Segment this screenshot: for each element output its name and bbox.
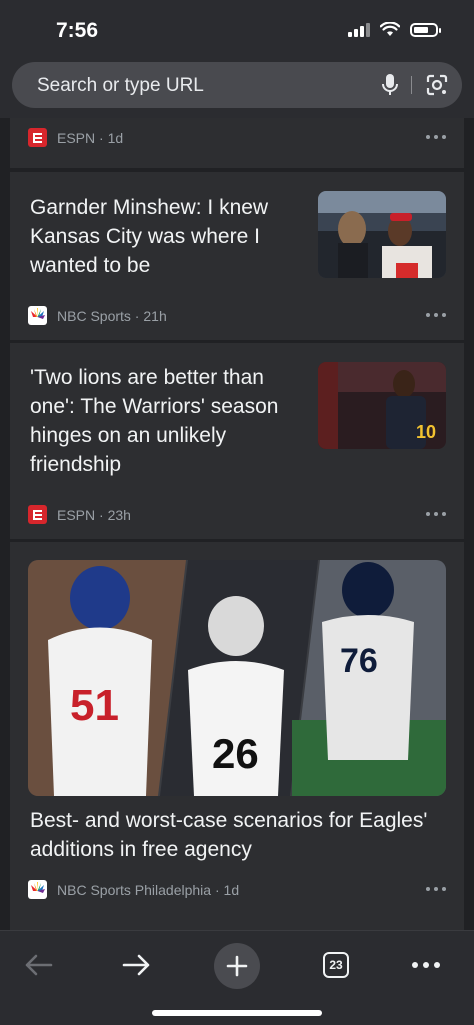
tab-switcher-button[interactable]: 23 xyxy=(314,943,358,987)
battery-icon xyxy=(410,22,441,37)
article-source: NBC Sports Philadelphia · 1d xyxy=(57,881,240,898)
article-hero-image[interactable]: 51 26 76 xyxy=(28,560,446,796)
forward-button[interactable] xyxy=(115,943,159,987)
nbc-logo-icon xyxy=(28,880,47,899)
wifi-icon xyxy=(380,22,400,36)
news-feed[interactable]: ESPN · 1d Garnder Minshew: I knew Kansas… xyxy=(0,118,474,930)
cellular-signal-icon xyxy=(348,22,370,37)
espn-logo-icon xyxy=(28,128,47,147)
more-options-icon[interactable] xyxy=(426,135,446,141)
tab-count: 23 xyxy=(329,958,343,972)
home-indicator[interactable] xyxy=(152,1010,322,1016)
mic-icon[interactable] xyxy=(380,73,400,97)
article-source-row: ESPN · 23h xyxy=(28,505,131,524)
article-headline[interactable]: Garnder Minshew: I knew Kansas City was … xyxy=(30,193,310,280)
new-tab-button[interactable] xyxy=(214,943,260,989)
article-source: NBC Sports · 21h xyxy=(57,307,167,324)
forward-arrow-icon xyxy=(122,954,150,976)
menu-dots-icon xyxy=(412,962,440,968)
more-options-icon[interactable] xyxy=(426,887,446,893)
svg-text:51: 51 xyxy=(70,681,119,730)
status-time: 7:56 xyxy=(56,19,99,42)
article-headline[interactable]: 'Two lions are better than one': The War… xyxy=(30,363,310,479)
article-source: ESPN · 23h xyxy=(57,506,131,523)
status-icons xyxy=(348,22,441,37)
svg-text:26: 26 xyxy=(212,730,259,777)
more-options-icon[interactable] xyxy=(426,512,446,518)
new-tab-plus-icon xyxy=(226,955,248,977)
search-input[interactable]: Search or type URL xyxy=(37,75,204,97)
back-arrow-icon xyxy=(25,954,53,976)
svg-text:10: 10 xyxy=(416,422,436,442)
top-toolbar: Search or type URL xyxy=(0,58,474,119)
lens-icon[interactable] xyxy=(426,74,448,96)
bottom-toolbar: 23 xyxy=(0,930,474,1025)
article-card-partial[interactable]: ESPN · 1d xyxy=(10,118,464,168)
espn-logo-icon xyxy=(28,505,47,524)
article-source-row: NBC Sports Philadelphia · 1d xyxy=(28,880,239,899)
article-source: ESPN · 1d xyxy=(57,129,124,146)
svg-text:76: 76 xyxy=(340,642,378,680)
back-button[interactable] xyxy=(16,943,60,987)
article-thumbnail[interactable]: 10 xyxy=(318,362,446,449)
article-source-row: NBC Sports · 21h xyxy=(28,306,167,325)
tab-switcher-icon: 23 xyxy=(323,952,349,978)
article-headline[interactable]: Best- and worst-case scenarios for Eagle… xyxy=(30,806,430,864)
article-source-row: ESPN · 1d xyxy=(28,128,123,147)
search-divider xyxy=(411,76,412,94)
status-bar: 7:56 xyxy=(0,0,474,58)
article-card[interactable]: Garnder Minshew: I knew Kansas City was … xyxy=(10,172,464,340)
nbc-logo-icon xyxy=(28,306,47,325)
menu-button[interactable] xyxy=(404,943,448,987)
article-card[interactable]: 51 26 76 Best- and worst-case scenarios … xyxy=(10,542,464,930)
article-thumbnail[interactable] xyxy=(318,191,446,278)
more-options-icon[interactable] xyxy=(426,313,446,319)
article-card[interactable]: 'Two lions are better than one': The War… xyxy=(10,343,464,539)
search-bar[interactable]: Search or type URL xyxy=(12,62,462,108)
